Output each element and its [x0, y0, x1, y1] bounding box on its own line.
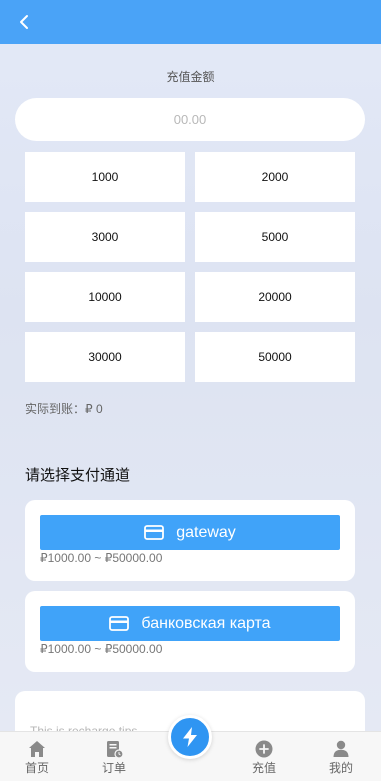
- amount-options-grid: 1000 2000 3000 5000 10000 20000 30000 50…: [25, 152, 356, 382]
- amount-option[interactable]: 10000: [25, 272, 185, 322]
- channel-range: ₽1000.00 ~ ₽50000.00: [40, 551, 163, 565]
- top-bar: [0, 0, 381, 44]
- tab-home[interactable]: 首页: [7, 732, 67, 781]
- amount-option[interactable]: 3000: [25, 212, 185, 262]
- gateway-channel-button[interactable]: gateway: [40, 515, 340, 550]
- amount-option[interactable]: 2000: [195, 152, 355, 202]
- lightning-icon: [183, 727, 197, 747]
- channel-name: gateway: [176, 523, 236, 541]
- tab-label: 我的: [328, 761, 353, 775]
- card-icon: [144, 525, 165, 540]
- amount-option[interactable]: 20000: [195, 272, 355, 322]
- payment-channel-title: 请选择支付通道: [25, 467, 131, 484]
- amount-option[interactable]: 50000: [195, 332, 355, 382]
- bank-card-channel-button[interactable]: банковская карта: [40, 606, 340, 641]
- payment-channel-card: gateway ₽1000.00 ~ ₽50000.00: [25, 500, 355, 581]
- recharge-amount-title: 充值金额: [166, 70, 215, 84]
- tab-label: 订单: [101, 761, 126, 775]
- amount-input[interactable]: [15, 98, 365, 141]
- tab-recharge[interactable]: 充值: [234, 732, 294, 781]
- home-icon: [29, 741, 45, 757]
- tab-orders[interactable]: 订单: [84, 732, 144, 781]
- quick-recharge-button[interactable]: [168, 715, 212, 759]
- amount-option[interactable]: 1000: [25, 152, 185, 202]
- actual-received-text: 实际到账：₽ 0: [25, 402, 103, 416]
- order-icon: [107, 741, 124, 759]
- user-icon: [333, 740, 349, 757]
- amount-option[interactable]: 30000: [25, 332, 185, 382]
- tab-label: 首页: [24, 761, 49, 775]
- plus-circle-icon: [255, 740, 273, 758]
- tab-label: 充值: [251, 761, 276, 775]
- tab-mine[interactable]: 我的: [311, 732, 371, 781]
- card-icon: [109, 616, 130, 631]
- payment-channel-card: банковская карта ₽1000.00 ~ ₽50000.00: [25, 591, 355, 672]
- channel-name: банковская карта: [141, 614, 271, 632]
- amount-option[interactable]: 5000: [195, 212, 355, 262]
- chevron-left-icon[interactable]: [14, 11, 36, 33]
- channel-range: ₽1000.00 ~ ₽50000.00: [40, 642, 163, 656]
